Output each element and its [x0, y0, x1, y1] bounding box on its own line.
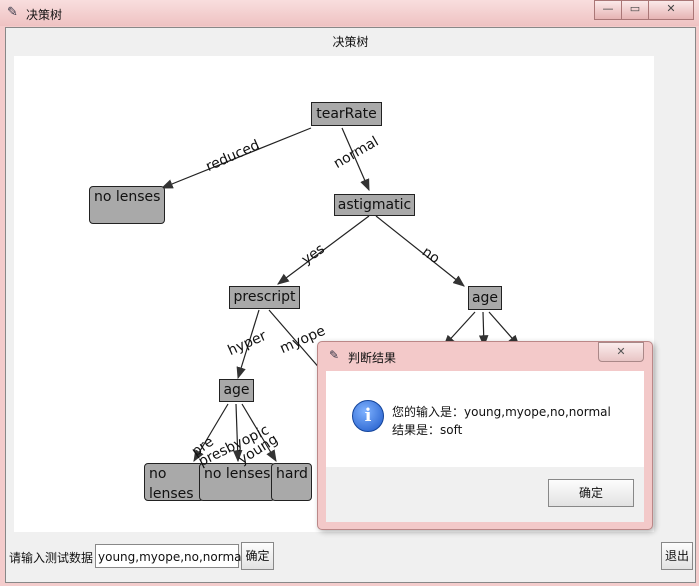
- test-data-input[interactable]: young,myope,no,normal: [95, 544, 245, 568]
- result-dialog: ✎ 判断结果 ✕ i 您的输入是：young,myope,no,normal 结…: [317, 341, 653, 530]
- dialog-close-button[interactable]: ✕: [598, 342, 644, 362]
- ok-button[interactable]: 确定: [548, 479, 634, 507]
- info-icon: i: [352, 400, 384, 432]
- dialog-title: 判断结果: [348, 351, 397, 365]
- tree-node-age-left: age: [219, 379, 254, 402]
- dialog-footer: 确定: [326, 467, 644, 522]
- exit-button[interactable]: 退出: [661, 542, 693, 570]
- edge-line: [375, 215, 465, 287]
- minimize-button[interactable]: —: [594, 0, 622, 20]
- title-bar: ✎ 决策树 — ▭ ✕: [0, 0, 699, 26]
- tree-node-prescript: prescript: [229, 286, 300, 309]
- dialog-message-result: 结果是：soft: [392, 423, 463, 437]
- frame-label: 决策树: [332, 35, 369, 49]
- close-button[interactable]: ✕: [648, 0, 694, 20]
- prompt-label: 请输入测试数据: [9, 551, 94, 565]
- dialog-message-input: 您的输入是：young,myope,no,normal: [392, 405, 611, 419]
- maximize-button[interactable]: ▭: [621, 0, 649, 20]
- tree-node-tearrate: tearRate: [311, 102, 382, 126]
- feather-icon: ✎: [7, 5, 18, 20]
- tree-leaf-no-lenses: no lenses: [89, 186, 165, 224]
- tree-leaf-no-lenses: no lenses: [199, 463, 275, 501]
- dialog-body: i 您的输入是：young,myope,no,normal 结果是：soft: [326, 371, 644, 467]
- tree-leaf-hard: hard: [271, 463, 312, 501]
- tree-leaf-no-lenses: no lenses: [144, 463, 204, 501]
- tree-node-age-right: age: [468, 286, 502, 310]
- window-title: 决策树: [26, 8, 63, 22]
- tree-node-astigmatic: astigmatic: [334, 194, 415, 216]
- confirm-button[interactable]: 确定: [241, 542, 274, 570]
- feather-icon: ✎: [329, 348, 340, 362]
